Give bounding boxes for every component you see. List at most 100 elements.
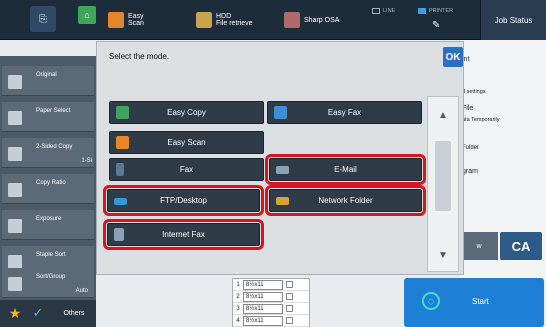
list-item[interactable]: 4 8½x11 — [233, 315, 309, 327]
sidebar-item-copy-ratio[interactable]: Copy Ratio — [2, 174, 94, 204]
mode-scrollbar[interactable]: ▲ ▼ — [427, 96, 459, 272]
right-text-5: Folder — [462, 145, 480, 151]
easy-fax-label: Easy Fax — [327, 108, 362, 117]
internet-fax-label: Internet Fax — [162, 230, 205, 239]
clear-all-button[interactable]: CA — [500, 232, 542, 260]
paper-tray-list: 1 8½x11 2 8½x11 3 8½x11 4 8½x11 — [232, 278, 310, 327]
internet-fax-icon — [114, 228, 124, 241]
sidebar-item-2-sided-copy[interactable]: 2-Sided Copy 1-Si — [2, 138, 94, 168]
sidebar-item-paper-select[interactable]: Paper Select — [2, 102, 94, 132]
easy-scan-button[interactable]: Easy Scan — [109, 131, 264, 154]
easy-fax-button[interactable]: Easy Fax — [267, 101, 422, 124]
scroll-thumb[interactable] — [435, 141, 451, 211]
sidebar-item-sort-group[interactable]: Sort/Group Auto — [2, 268, 94, 298]
favorite-star-icon[interactable]: ★ — [5, 305, 25, 323]
list-item[interactable]: 2 8½x11 — [233, 291, 309, 303]
tray-number: 4 — [236, 317, 240, 324]
sidebar-item-exposure[interactable]: Exposure — [2, 210, 94, 240]
easy-scan-shortcut[interactable]: Easy Scan — [108, 4, 188, 36]
easy-copy-button[interactable]: Easy Copy — [109, 101, 264, 124]
copy-mode-icon[interactable]: ⎘ — [30, 6, 56, 32]
mail-icon — [276, 166, 289, 174]
fax-button[interactable]: Fax — [109, 158, 264, 181]
easy-copy-label: Easy Copy — [167, 108, 206, 117]
sidebar-item-label: Staple Sort — [36, 252, 66, 258]
sidebar-item-label: 2-Sided Copy — [36, 144, 73, 150]
internet-fax-button[interactable]: Internet Fax — [107, 223, 260, 246]
tray-number: 3 — [236, 305, 240, 312]
ratio-icon — [8, 183, 22, 197]
scroll-down-icon[interactable]: ▼ — [432, 245, 454, 267]
original-icon — [8, 75, 22, 89]
start-button[interactable]: ◇ Start — [404, 278, 544, 327]
printer-status: PRINTER — [418, 8, 453, 14]
email-button[interactable]: E-Mail — [269, 158, 422, 181]
folder-icon — [276, 197, 289, 205]
easy-scan-label: Easy Scan — [167, 138, 206, 147]
ftp-desktop-button[interactable]: FTP/Desktop — [107, 189, 260, 212]
scan-icon — [108, 12, 124, 28]
list-item[interactable]: 1 8½x11 — [233, 279, 309, 291]
sidebar-item-value: Auto — [75, 288, 88, 294]
paper-size: 8½x11 — [243, 315, 283, 326]
scroll-up-icon[interactable]: ▲ — [432, 105, 454, 127]
list-item[interactable]: 3 8½x11 — [233, 303, 309, 315]
sort-group-icon — [8, 277, 22, 291]
line-label: LINE — [383, 8, 396, 14]
hdd-file-retrieve-shortcut[interactable]: HDD File retrieve — [196, 4, 266, 36]
ok-button[interactable]: OK — [443, 47, 463, 67]
email-label: E-Mail — [334, 165, 357, 174]
sharp-osa-shortcut[interactable]: Sharp OSA — [284, 4, 364, 36]
staple-icon — [8, 255, 22, 269]
start-icon: ◇ — [422, 292, 440, 310]
line-status: LINE — [372, 8, 395, 14]
sharp-osa-label: Sharp OSA — [304, 16, 340, 24]
sidebar-item-label: Paper Select — [36, 108, 71, 114]
copy-icon — [116, 106, 129, 119]
desktop-icon — [114, 198, 127, 205]
hdd-label: HDD File retrieve — [216, 13, 253, 27]
sidebar-item-original[interactable]: Original — [2, 66, 94, 96]
printer-label: PRINTER — [429, 8, 454, 14]
paper-size: 8½x11 — [243, 303, 283, 314]
select-mode-dialog: Select the mode. OK Easy Copy Easy Fax E… — [96, 41, 464, 275]
paper-icon — [8, 111, 22, 125]
duplex-icon — [8, 147, 22, 161]
right-text-4: ata Temporarily — [462, 117, 500, 123]
exposure-icon — [8, 219, 22, 233]
fax-icon — [116, 163, 124, 176]
ftp-label: FTP/Desktop — [160, 196, 207, 205]
printer-status-icon — [418, 8, 426, 14]
sidebar-item-value: 1-Si — [81, 158, 92, 164]
check-icon[interactable]: ✓ — [28, 305, 48, 323]
folder-icon — [196, 12, 212, 28]
fax-icon — [274, 106, 287, 119]
sidebar-item-label: Exposure — [36, 216, 62, 222]
paper-size: 8½x11 — [243, 279, 283, 290]
others-button[interactable]: Others — [52, 302, 96, 325]
fax-label: Fax — [179, 165, 194, 174]
right-text-6: gram — [462, 168, 478, 175]
easy-scan-label: Easy Scan — [128, 13, 144, 27]
tray-checkbox[interactable] — [286, 281, 293, 288]
network-folder-button[interactable]: Network Folder — [269, 189, 422, 212]
top-bar: ⎘ ⌂ Easy Scan HDD File retrieve Sharp OS… — [0, 0, 546, 40]
tray-checkbox[interactable] — [286, 317, 293, 324]
tray-checkbox[interactable] — [286, 305, 293, 312]
tray-checkbox[interactable] — [286, 293, 293, 300]
start-label: Start — [472, 297, 489, 306]
tray-number: 2 — [236, 293, 240, 300]
job-status-button[interactable]: Job Status — [480, 0, 546, 40]
preview-button[interactable]: w — [460, 232, 498, 260]
paper-size: 8½x11 — [243, 291, 283, 302]
pencil-icon[interactable]: ✎ — [432, 20, 440, 31]
dialog-title: Select the mode. — [109, 52, 170, 61]
osa-icon — [284, 12, 300, 28]
sidebar-item-label: Copy Ratio — [36, 180, 66, 186]
sidebar: Original Paper Select 2-Sided Copy 1-Si … — [0, 56, 96, 327]
right-text-2: d settings — [462, 89, 486, 95]
network-folder-label: Network Folder — [318, 196, 373, 205]
home-icon[interactable]: ⌂ — [78, 6, 96, 24]
tray-number: 1 — [236, 281, 240, 288]
sidebar-item-label: Sort/Group — [36, 274, 66, 280]
